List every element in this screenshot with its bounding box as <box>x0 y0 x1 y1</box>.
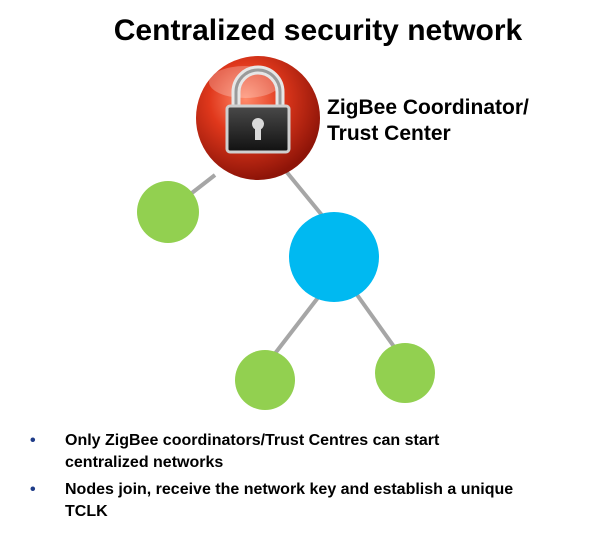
link-router-enddevice-left <box>268 293 322 362</box>
coordinator-label-line1: ZigBee Coordinator/ <box>327 96 529 119</box>
bullet-text-line1: Only ZigBee coordinators/Trust Centres c… <box>65 432 440 449</box>
bullet-text-line1: Nodes join, receive the network key and … <box>65 481 514 498</box>
end-device-node-bottom-right <box>375 343 435 403</box>
bullet-text-line2: centralized networks <box>65 454 224 471</box>
bullet-item: • Nodes join, receive the network key an… <box>30 479 590 523</box>
router-node <box>289 212 379 302</box>
bullet-text-line2: TCLK <box>65 503 108 520</box>
end-device-node-top <box>137 181 199 243</box>
bullet-list: • Only ZigBee coordinators/Trust Centres… <box>30 430 590 528</box>
coordinator-node <box>196 56 320 180</box>
bullet-marker: • <box>30 481 36 498</box>
bullet-marker: • <box>30 432 36 449</box>
coordinator-label-line2: Trust Center <box>327 122 451 145</box>
coordinator-label: ZigBee Coordinator/ Trust Center <box>327 95 529 147</box>
bullet-item: • Only ZigBee coordinators/Trust Centres… <box>30 430 590 474</box>
end-device-node-bottom-left <box>235 350 295 410</box>
